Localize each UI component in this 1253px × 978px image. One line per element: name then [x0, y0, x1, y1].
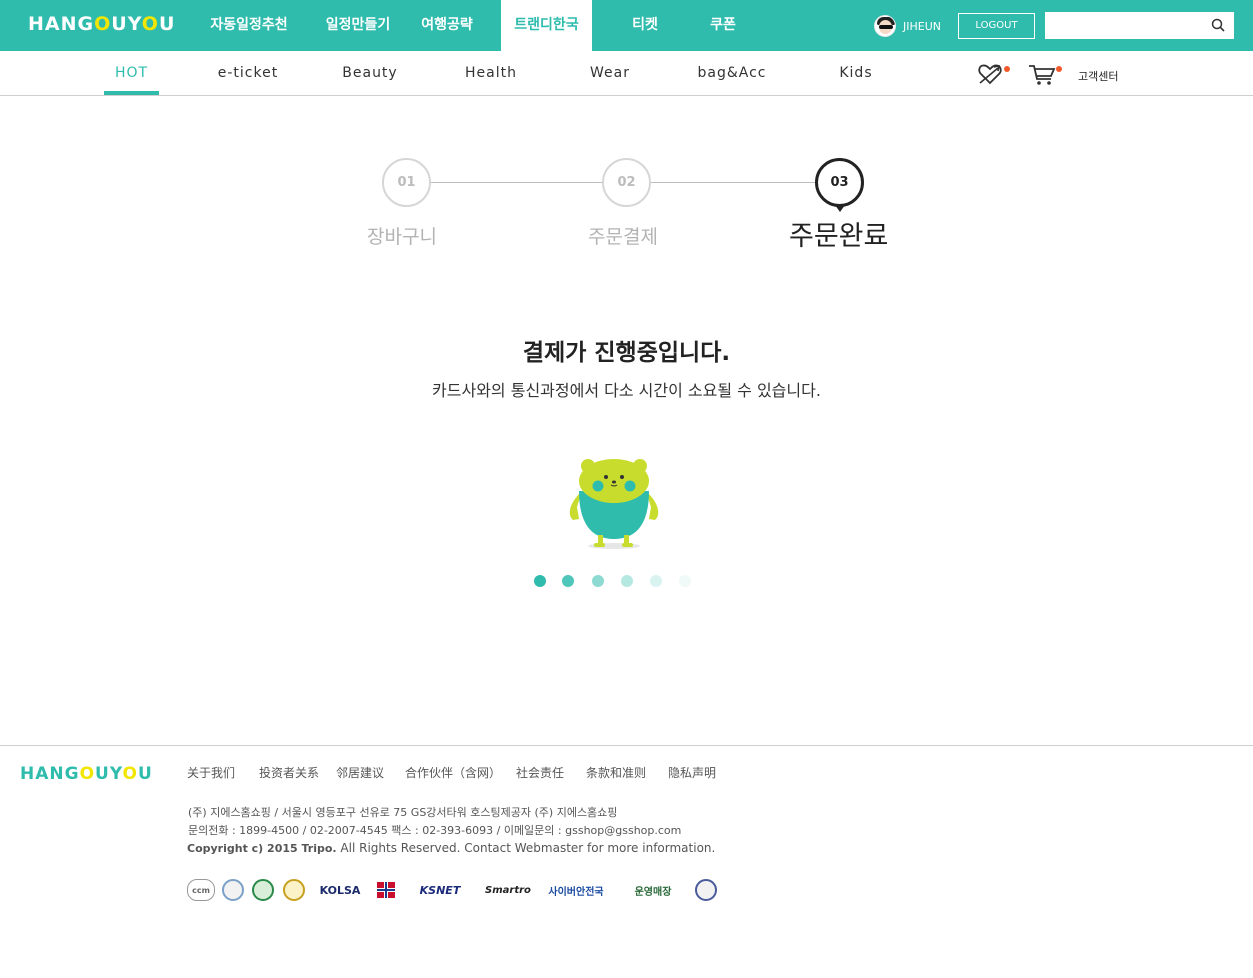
footer: HANGOUYOU 关于我们 投资者关系 邻居建议 合作伙伴（含网） 社会责任 … [0, 745, 1253, 978]
footer-link-terms[interactable]: 条款和准则 [586, 764, 646, 781]
nav-auto-schedule[interactable]: 자동일정추천 [200, 0, 298, 51]
category-wear[interactable]: Wear [582, 51, 638, 96]
wishlist-badge [1004, 66, 1010, 72]
seal-icon [222, 879, 244, 901]
category-nav: HOT e-ticket Beauty Health Wear bag&Acc … [0, 51, 1253, 96]
search-icon[interactable] [1211, 18, 1225, 32]
nav-ticket[interactable]: 티켓 [618, 0, 672, 51]
footer-link-responsibility[interactable]: 社会责任 [516, 764, 564, 781]
nav-make-schedule[interactable]: 일정만들기 [316, 0, 400, 51]
loader-dot [621, 575, 633, 587]
footer-logo[interactable]: HANGOUYOU [20, 764, 153, 784]
step-1-circle: 01 [382, 158, 431, 207]
seal-icon [252, 879, 274, 901]
nav-trendy-korea[interactable]: 트랜디한국 [501, 0, 592, 51]
nav-coupon[interactable]: 쿠폰 [696, 0, 750, 51]
footer-link-investor[interactable]: 投资者关系 [259, 764, 319, 781]
loader-dot [592, 575, 604, 587]
footer-link-privacy[interactable]: 隐私声明 [668, 764, 716, 781]
cyber-safety-badge: 사이버안전국 [548, 886, 604, 898]
footer-contact: 문의전화 : 1899-4500 / 02-2007-4545 팩스 : 02-… [188, 824, 682, 837]
step-2-label: 주문결제 [588, 226, 658, 248]
user-name: JIHEUN [903, 19, 941, 33]
category-eticket[interactable]: e-ticket [208, 51, 288, 96]
step-connector [430, 182, 602, 183]
top-bar: HANGOUYOU 자동일정추천 일정만들기 여행공략 트랜디한국 티켓 쿠폰 … [0, 0, 1253, 51]
logout-button[interactable]: LOGOUT [958, 13, 1035, 39]
active-category-indicator [104, 91, 159, 95]
ccm-badge: ccm [187, 879, 215, 901]
category-kids[interactable]: Kids [832, 51, 880, 96]
seal-icon [283, 879, 305, 901]
search-box [1045, 12, 1234, 39]
user-info[interactable]: JIHEUN [874, 15, 941, 37]
step-2-circle: 02 [602, 158, 651, 207]
wishlist-icon[interactable] [976, 61, 1006, 87]
logo[interactable]: HANGOUYOU [28, 13, 175, 35]
category-bag-acc[interactable]: bag&Acc [690, 51, 774, 96]
loader-dot [534, 575, 546, 587]
seal-icon [695, 879, 717, 901]
footer-address: (주) 지에스홈쇼핑 / 서울시 영등포구 선유로 75 GS강서타워 호스팅제… [188, 806, 618, 819]
current-step-pointer [835, 205, 845, 212]
processing-title: 결제가 진행중입니다. [522, 340, 731, 366]
smartro-badge: Smartro [485, 884, 531, 896]
footer-copyright: Copyright c) 2015 Tripo. All Rights Rese… [187, 841, 716, 855]
ksnet-badge: KSNET [419, 883, 461, 897]
category-hot[interactable]: HOT [104, 51, 159, 96]
processing-subtitle: 카드사와의 통신과정에서 다소 시간이 소요될 수 있습니다. [432, 381, 821, 400]
step-connector [650, 182, 818, 183]
kolsa-badge: KOLSA [319, 883, 361, 897]
step-3-circle: 03 [815, 158, 864, 207]
step-3-label: 주문완료 [789, 221, 889, 252]
category-beauty[interactable]: Beauty [333, 51, 407, 96]
search-input[interactable] [1045, 12, 1205, 39]
footer-link-about[interactable]: 关于我们 [187, 764, 235, 781]
loader-dot [650, 575, 662, 587]
cart-badge [1056, 66, 1062, 72]
category-health[interactable]: Health [456, 51, 526, 96]
loader-dot [679, 575, 691, 587]
step-1-label: 장바구니 [367, 226, 437, 248]
cart-icon[interactable] [1027, 61, 1057, 87]
flag-icon [377, 882, 395, 898]
nav-travel-guide[interactable]: 여행공략 [412, 0, 482, 51]
customer-center-link[interactable]: 고객센터 [1078, 68, 1118, 84]
footer-link-neighbor[interactable]: 邻居建议 [336, 764, 384, 781]
avatar [874, 15, 896, 37]
footer-link-partners[interactable]: 合作伙伴（含网） [405, 764, 501, 781]
store-operation-badge: 운영매장 [634, 886, 672, 898]
mascot-illustration [569, 459, 659, 549]
loader-dot [562, 575, 574, 587]
